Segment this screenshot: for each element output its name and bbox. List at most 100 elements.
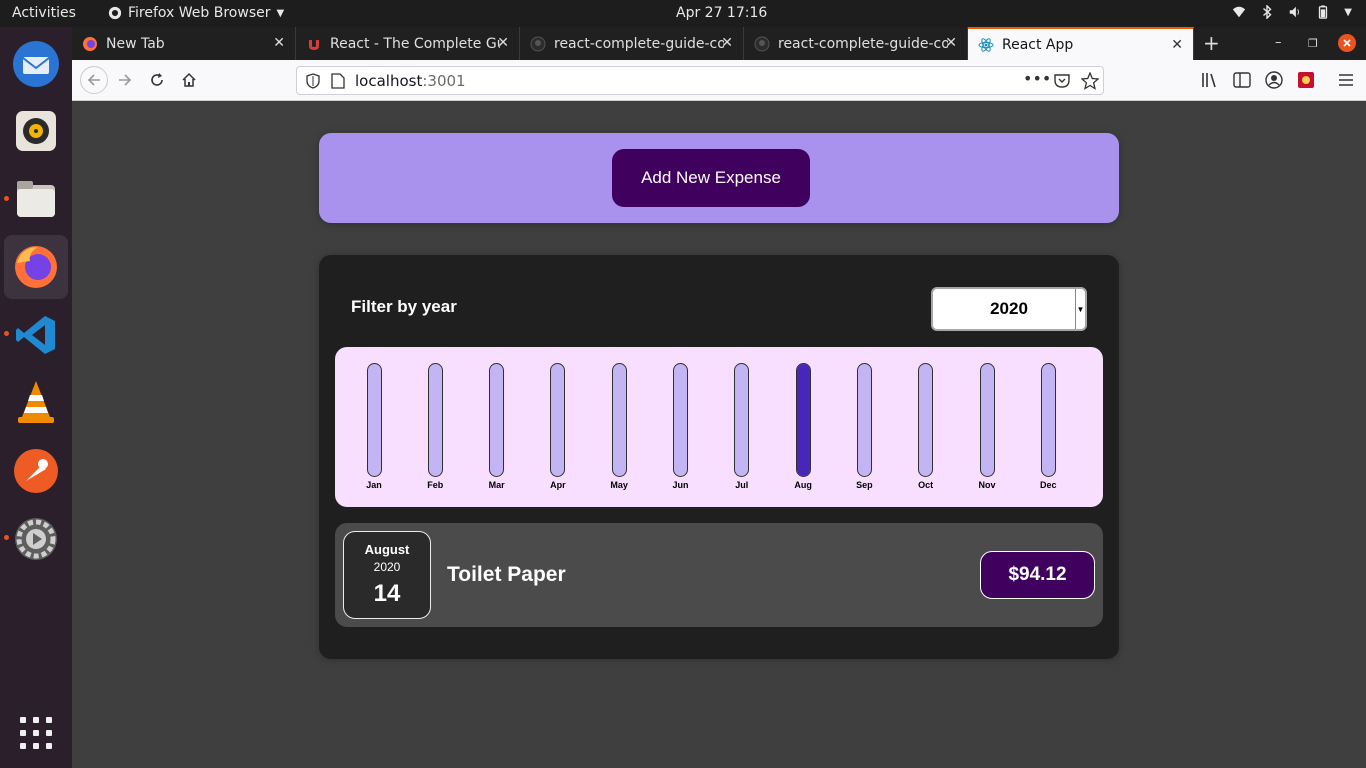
tab-react-app[interactable]: React App ✕ [968, 27, 1194, 60]
chart-bar-mar [489, 363, 505, 477]
tab-title: New Tab [106, 35, 165, 52]
chart-label-feb: Feb [427, 480, 444, 490]
close-tab-icon[interactable]: ✕ [721, 35, 733, 51]
tab-title: React App [1002, 36, 1074, 53]
settings-icon [15, 518, 57, 560]
extension-icon[interactable] [1297, 71, 1315, 89]
chart-label-dec: Dec [1040, 480, 1057, 490]
tab-github-2[interactable]: react-complete-guide-co ✕ [744, 27, 968, 60]
chart-label-oct: Oct [918, 480, 934, 490]
home-button[interactable] [177, 68, 201, 92]
firefox-small-icon [108, 6, 122, 20]
vlc-launcher[interactable] [4, 371, 68, 435]
firefox-launcher[interactable] [4, 235, 68, 299]
url-bar[interactable]: localhost:3001 ••• [296, 66, 1104, 95]
url-port: :3001 [422, 72, 466, 90]
chevron-down-icon: ▼ [276, 7, 285, 19]
navigation-toolbar: localhost:3001 ••• [72, 60, 1366, 101]
chart-bar-dec [1040, 363, 1056, 477]
rhythmbox-icon [16, 111, 56, 151]
chart-label-nov: Nov [978, 480, 996, 490]
chart-label-apr: Apr [550, 480, 566, 490]
gnome-top-bar: Activities Firefox Web Browser ▼ Apr 27 … [0, 0, 1366, 27]
app-menu[interactable]: Firefox Web Browser ▼ [108, 5, 284, 21]
year-select-value: 2020 [990, 299, 1028, 318]
url-host: localhost [355, 72, 423, 90]
filter-label: Filter by year [351, 297, 457, 316]
tab-title: react-complete-guide-co [778, 35, 948, 52]
bluetooth-icon [1263, 5, 1272, 19]
github-favicon-icon [530, 36, 546, 51]
library-icon[interactable] [1201, 72, 1219, 88]
chart-bar-may [611, 363, 627, 477]
tab-strip: New Tab ✕ React - The Complete Gu ✕ reac… [72, 27, 1366, 60]
chart-label-may: May [610, 480, 628, 490]
vscode-icon [16, 316, 55, 354]
hamburger-menu-icon[interactable] [1338, 72, 1354, 88]
files-launcher[interactable] [4, 167, 68, 231]
page-viewport: Add New Expense Filter by year 2020 ▼ Ja… [72, 101, 1366, 768]
minimize-icon[interactable]: – [1275, 35, 1282, 50]
new-tab-icon[interactable]: + [1203, 31, 1220, 55]
chart-bar-oct [918, 363, 934, 477]
chart-label-mar: Mar [488, 480, 505, 490]
account-icon[interactable] [1265, 71, 1283, 89]
show-applications-button[interactable] [4, 701, 68, 765]
add-new-expense-button[interactable]: Add New Expense [612, 149, 810, 207]
year-select[interactable]: 2020 ▼ [931, 287, 1087, 331]
pocket-icon[interactable] [1053, 72, 1071, 90]
tab-title: react-complete-guide-co [554, 35, 724, 52]
battery-icon [1319, 5, 1328, 19]
page-info-icon[interactable] [331, 73, 345, 89]
expense-date-month: August [364, 542, 410, 557]
udemy-favicon-icon [309, 39, 319, 50]
activities-button[interactable]: Activities [12, 5, 76, 21]
arrow-right-icon [119, 74, 132, 86]
rhythmbox-launcher[interactable] [4, 99, 68, 163]
bookmark-star-icon[interactable] [1081, 72, 1099, 90]
files-icon [17, 181, 55, 217]
settings-launcher[interactable] [4, 507, 68, 571]
wifi-icon [1233, 6, 1246, 18]
power-menu-arrow-icon: ▼ [1344, 6, 1352, 18]
chart-label-aug: Aug [794, 480, 812, 490]
maximize-icon[interactable]: ❐ [1308, 37, 1318, 50]
tracking-shield-icon[interactable] [305, 73, 321, 89]
chart-bar-jun [673, 363, 688, 477]
close-tab-icon[interactable]: ✕ [945, 35, 957, 51]
close-tab-icon[interactable]: ✕ [497, 35, 509, 51]
sidebar-icon[interactable] [1233, 72, 1251, 88]
home-icon [182, 72, 196, 87]
thunderbird-icon [13, 41, 59, 87]
tab-react-course[interactable]: React - The Complete Gu ✕ [296, 27, 520, 60]
close-window-icon[interactable] [1338, 34, 1356, 52]
chart-label-sep: Sep [856, 480, 873, 490]
reload-button[interactable] [145, 68, 169, 92]
chart-bar-feb [427, 363, 443, 477]
vscode-launcher[interactable] [4, 303, 68, 367]
postman-launcher[interactable] [4, 439, 68, 503]
close-tab-icon[interactable]: ✕ [273, 35, 285, 51]
thunderbird-launcher[interactable] [4, 32, 68, 96]
chart-bar-sep [856, 363, 872, 477]
arrow-left-icon [87, 74, 100, 86]
tab-new-tab[interactable]: New Tab ✕ [72, 27, 296, 60]
chart-bar-aug [795, 363, 811, 477]
clock[interactable]: Apr 27 17:16 [676, 5, 767, 21]
tab-github-1[interactable]: react-complete-guide-co ✕ [520, 27, 744, 60]
app-menu-label: Firefox Web Browser [128, 5, 271, 21]
forward-button[interactable] [113, 68, 137, 92]
url-text: localhost:3001 [355, 72, 466, 90]
firefox-favicon-icon [83, 36, 97, 51]
back-button[interactable] [80, 66, 108, 94]
github-favicon-icon [754, 36, 770, 51]
close-tab-icon[interactable]: ✕ [1171, 37, 1183, 53]
page-actions-icon[interactable]: ••• [1023, 69, 1051, 88]
dropdown-arrow-icon: ▼ [1075, 289, 1085, 329]
vlc-icon [18, 381, 54, 423]
expenses-card: Filter by year 2020 ▼ Jan Feb Mar Apr May Jun… [319, 255, 1119, 659]
chart-label-jul: Jul [735, 480, 749, 490]
system-tray[interactable]: ▼ [1232, 5, 1352, 19]
chart-label-jun: Jun [672, 480, 689, 490]
app-grid-icon [20, 717, 52, 749]
